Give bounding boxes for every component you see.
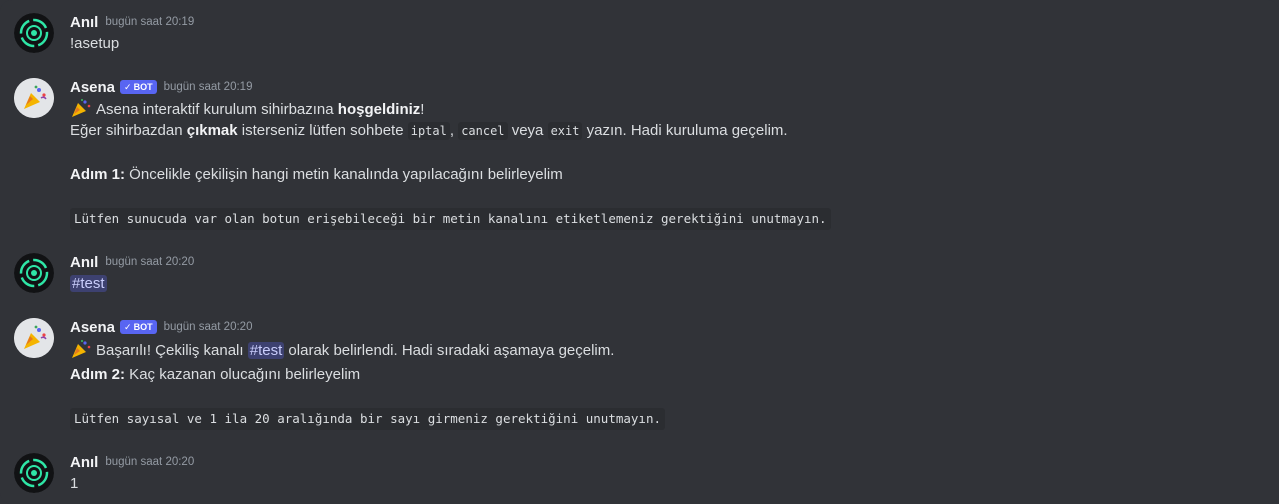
step-text: Kaç kazanan olucağını belirleyelim bbox=[125, 366, 361, 383]
message-header: Anıl bugün saat 20:20 bbox=[70, 452, 194, 472]
message-line-step-2: Adım 2: Kaç kazanan olucağını belirleyel… bbox=[70, 364, 360, 386]
channel-mention[interactable]: #test bbox=[70, 275, 107, 292]
welcome-text-bold: hoşgeldiniz bbox=[337, 101, 421, 118]
step-label: Adım 2: bbox=[70, 366, 126, 383]
bot-tag-label: BOT bbox=[133, 322, 153, 332]
username[interactable]: Asena bbox=[70, 79, 115, 96]
exit-text-bold: çıkmak bbox=[186, 122, 238, 139]
timestamp: bugün saat 20:19 bbox=[105, 16, 195, 28]
chat-frame: Anıl bugün saat 20:19 !asetup Asena ✓ BOT… bbox=[0, 0, 1279, 504]
success-text-pre: Başarılı! Çekiliş kanalı bbox=[96, 342, 248, 359]
message-content: 1 bbox=[70, 475, 79, 492]
inline-code-exit: exit bbox=[547, 122, 583, 140]
inline-code-cancel: cancel bbox=[458, 122, 508, 140]
exit-sep-2: veya bbox=[507, 122, 548, 139]
message-header: Anıl bugün saat 20:20 bbox=[70, 252, 194, 272]
code-block: Lütfen sayısal ve 1 ila 20 aralığında bi… bbox=[70, 408, 665, 430]
party-popper-icon bbox=[14, 78, 54, 118]
username[interactable]: Anıl bbox=[70, 454, 98, 471]
success-text-post: olarak belirlendi. Hadi sıradaki aşamaya… bbox=[284, 342, 615, 359]
timestamp: bugün saat 20:20 bbox=[105, 456, 195, 468]
party-popper-emoji-icon bbox=[72, 98, 91, 117]
inline-code-iptal: iptal bbox=[407, 122, 450, 140]
green-ring-logo-icon bbox=[14, 253, 54, 293]
message-line-welcome: Asena interaktif kurulum sihirbazına hoş… bbox=[70, 97, 424, 119]
checkmark-icon: ✓ bbox=[124, 82, 132, 92]
welcome-text-post: ! bbox=[420, 101, 425, 118]
exit-sep-1: , bbox=[449, 122, 459, 139]
channel-mention[interactable]: #test bbox=[247, 342, 285, 359]
user-avatar[interactable] bbox=[14, 253, 54, 293]
message-header: Asena ✓ BOT bugün saat 20:19 bbox=[70, 77, 252, 97]
username[interactable]: Anıl bbox=[70, 14, 98, 31]
party-popper-icon bbox=[14, 318, 54, 358]
green-ring-logo-icon bbox=[14, 453, 54, 493]
timestamp: bugün saat 20:20 bbox=[105, 256, 195, 268]
bot-tag: ✓ BOT bbox=[120, 320, 157, 334]
message-header: Asena ✓ BOT bugün saat 20:20 bbox=[70, 317, 252, 337]
bot-tag-label: BOT bbox=[133, 82, 153, 92]
user-avatar[interactable] bbox=[14, 13, 54, 53]
bot-avatar[interactable] bbox=[14, 318, 54, 358]
username[interactable]: Anıl bbox=[70, 254, 98, 271]
message-content: #test bbox=[70, 273, 107, 295]
message-line-success: Başarılı! Çekiliş kanalı #test olarak be… bbox=[70, 338, 614, 360]
step-label: Adım 1: bbox=[70, 166, 126, 183]
code-block: Lütfen sunucuda var olan botun erişebile… bbox=[70, 208, 831, 230]
message-content: !asetup bbox=[70, 35, 120, 52]
green-ring-logo-icon bbox=[14, 13, 54, 53]
bot-avatar[interactable] bbox=[14, 78, 54, 118]
bot-tag: ✓ BOT bbox=[120, 80, 157, 94]
message-line-exit-info: Eğer sihirbazdan çıkmak isterseniz lütfe… bbox=[70, 120, 788, 142]
exit-text-pre: Eğer sihirbazdan bbox=[70, 122, 187, 139]
exit-text-mid: isterseniz lütfen sohbete bbox=[237, 122, 408, 139]
step-text: Öncelikle çekilişin hangi metin kanalınd… bbox=[125, 166, 563, 183]
exit-text-post: yazın. Hadi kuruluma geçelim. bbox=[582, 122, 788, 139]
message-line-step-1: Adım 1: Öncelikle çekilişin hangi metin … bbox=[70, 164, 563, 186]
welcome-text-pre: Asena interaktif kurulum sihirbazına bbox=[96, 101, 338, 118]
user-avatar[interactable] bbox=[14, 453, 54, 493]
checkmark-icon: ✓ bbox=[124, 322, 132, 332]
message-header: Anıl bugün saat 20:19 bbox=[70, 12, 194, 32]
party-popper-emoji-icon bbox=[72, 339, 91, 358]
timestamp: bugün saat 20:20 bbox=[163, 321, 253, 333]
timestamp: bugün saat 20:19 bbox=[163, 81, 253, 93]
username[interactable]: Asena bbox=[70, 319, 115, 336]
